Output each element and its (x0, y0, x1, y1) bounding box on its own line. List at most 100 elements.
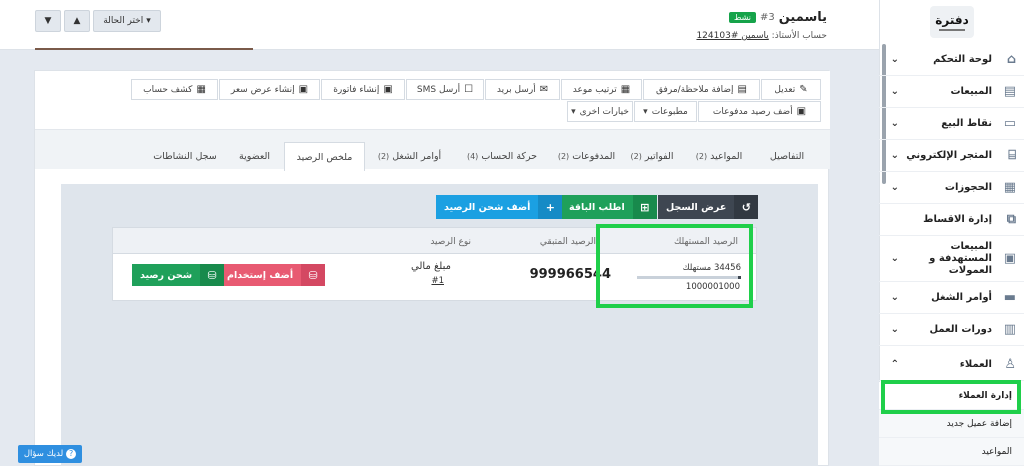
coins-icon: ⛁ (301, 264, 326, 286)
tab-activity-log[interactable]: سجل النشاطات (143, 142, 227, 171)
coins-icon: ⛁ (200, 264, 225, 286)
home-icon: ⌂ (1006, 52, 1016, 67)
teacher-account: حساب الأستاذ: ياسمين #124103 (696, 31, 827, 41)
monitor-icon: ▭ (1003, 116, 1016, 131)
tab-balance-summary[interactable]: ملخص الرصيد (284, 142, 365, 171)
chevron-down-icon: ⌄ (890, 324, 899, 335)
envelope-icon: ✉ (539, 83, 549, 95)
tab-account-movement[interactable]: حركة الحساب (4) (454, 142, 550, 171)
manage-clients-highlight (881, 380, 1021, 414)
consumed-balance-highlight (596, 224, 753, 308)
chat-icon: ☐ (464, 83, 474, 95)
send-email-button[interactable]: ✉ أرسل بريد (485, 79, 560, 100)
send-sms-button[interactable]: ☐ أرسل SMS (406, 79, 484, 100)
help-button[interactable]: ? لديك سؤال (18, 445, 82, 463)
tabs-bar: التفاصيل المواعيد (2) الفواتير (2) المدف… (35, 129, 830, 171)
action-toolbar: ✎ تعديل ▤ إضافة ملاحظة/مرفق ▦ ترتيب موعد ✉ أ… (35, 71, 830, 129)
previous-client-button[interactable]: ▲ (64, 10, 90, 32)
balance-type-name: مبلغ مالي (411, 261, 451, 272)
cycle-icon: ▥ (1003, 322, 1016, 337)
view-log-button[interactable]: ↺ عرض السجل (658, 195, 759, 219)
tab-membership[interactable]: العضوية (227, 142, 282, 171)
prints-dropdown[interactable]: مطبوعات ▾ (634, 101, 697, 122)
note-icon: ▤ (737, 83, 747, 95)
tab-details[interactable]: التفاصيل (757, 142, 817, 171)
sidebar-subitem-appointments[interactable]: المواعيد (879, 438, 1024, 466)
add-usage-button[interactable]: ⛁ أضف إستخدام (219, 264, 326, 286)
teacher-label: حساب الأستاذ: (771, 31, 827, 41)
tab-work-orders[interactable]: أوامر الشغل (2) (365, 142, 454, 171)
sidebar-item-bookings[interactable]: ▦ الحجوزات ⌄ (879, 172, 1024, 204)
invoice-icon: ▤ (1003, 84, 1016, 99)
sidebar-item-sales[interactable]: ▤ المبيعات ⌄ (879, 76, 1024, 108)
calendar-icon: ▦ (1003, 180, 1016, 195)
pencil-icon: ✎ (799, 83, 808, 95)
chevron-down-icon: ⌄ (890, 292, 899, 303)
sidebar-item-dashboard[interactable]: ⌂ لوحة التحكم ⌄ (879, 44, 1024, 76)
next-client-button[interactable]: ▼ (35, 10, 61, 32)
choose-status-dropdown[interactable]: اختر الحالة ▾ (93, 10, 161, 32)
money-icon: ▣ (383, 83, 393, 95)
client-number: #3 (759, 12, 775, 23)
chevron-up-icon: ⌃ (890, 359, 899, 370)
more-options-dropdown[interactable]: خيارات اخرى ▾ (567, 101, 633, 122)
chevron-down-icon: ⌄ (890, 253, 899, 264)
client-title: ياسمين #3 نشط (729, 10, 827, 25)
choose-status-label: اختر الحالة (103, 16, 144, 26)
briefcase-icon: ▬ (1003, 290, 1016, 305)
client-name: ياسمين (778, 10, 827, 25)
add-note-button[interactable]: ▤ إضافة ملاحظة/مرفق (643, 79, 760, 100)
tab-payments[interactable]: المدفوعات (2) (550, 142, 623, 171)
sidebar-subitem-add-client[interactable]: إضافة عميل جديد (879, 410, 1024, 438)
header-divider (35, 48, 253, 50)
store-icon: ⌸ (1008, 148, 1016, 163)
page-header: ياسمين #3 نشط حساب الأستاذ: ياسمين #1241… (0, 0, 879, 50)
sidebar-item-installments[interactable]: ⧉ إدارة الاقساط (879, 204, 1024, 236)
chevron-up-icon: ▲ (73, 16, 81, 26)
tab-invoices[interactable]: الفواتير (2) (623, 142, 681, 171)
sidebar-item-targeted-sales[interactable]: ▣ المبيعات المستهدفة و العمولات ⌄ (879, 236, 1024, 282)
caret-down-icon: ▾ (643, 106, 648, 117)
teacher-link[interactable]: ياسمين #124103 (696, 31, 768, 41)
logo: دفترة (880, 0, 1024, 44)
sidebar-item-clients[interactable]: ♙ العملاء ⌃ (879, 349, 1024, 381)
installments-icon: ⧉ (1006, 212, 1016, 227)
chevron-down-icon: ⌄ (890, 118, 899, 129)
caret-down-icon: ▾ (571, 106, 576, 117)
request-package-button[interactable]: ⊞ اطلب الباقة (561, 195, 657, 219)
sidebar-item-online-store[interactable]: ⌸ المتجر الإلكتروني ⌄ (879, 140, 1024, 172)
sidebar-item-pos[interactable]: ▭ نقاط البيع ⌄ (879, 108, 1024, 140)
schedule-appointment-button[interactable]: ▦ ترتيب موعد (561, 79, 642, 100)
sidebar-item-work-cycles[interactable]: ▥ دورات العمل ⌄ (879, 314, 1024, 346)
calendar-icon: ▦ (620, 83, 631, 95)
create-invoice-button[interactable]: ▣ إنشاء فاتورة (321, 79, 405, 100)
basket-icon: ⊞ (632, 195, 657, 219)
chevron-down-icon: ▼ (44, 16, 52, 26)
sidebar: دفترة ⌂ لوحة التحكم ⌄ ▤ المبيعات ⌄ ▭ نقاط الب… (879, 0, 1024, 466)
money-icon: ▣ (796, 105, 807, 117)
question-icon: ? (66, 449, 77, 459)
money-icon: ▣ (298, 83, 309, 95)
chevron-down-icon: ⌄ (890, 54, 899, 65)
history-icon: ↺ (734, 195, 759, 219)
create-quote-button[interactable]: ▣ إنشاء عرض سعر (219, 79, 320, 100)
chevron-down-icon: ⌄ (890, 86, 899, 97)
col-remaining: الرصيد المتبقي (539, 237, 596, 247)
charge-balance-button[interactable]: ⛁ شحن رصيد (132, 264, 225, 286)
account-statement-button[interactable]: ▦ كشف حساب (131, 79, 218, 100)
edit-button[interactable]: ✎ تعديل (761, 79, 821, 100)
status-badge: نشط (729, 12, 756, 23)
users-icon: ♙ (1004, 357, 1016, 372)
tab-appointments[interactable]: المواعيد (2) (681, 142, 757, 171)
add-charge-button[interactable]: + أضف شحن الرصيد (436, 195, 563, 219)
chevron-down-icon: ⌄ (890, 150, 899, 161)
chevron-down-icon: ⌄ (890, 182, 899, 193)
col-type: نوع الرصيد (430, 237, 471, 247)
caret-down-icon: ▾ (146, 16, 151, 26)
balance-type-link[interactable]: #1 (431, 276, 444, 286)
add-payment-balance-button[interactable]: ▣ أضف رصيد مدفوعات (698, 101, 821, 122)
sidebar-item-work-orders[interactable]: ▬ أوامر الشغل ⌄ (879, 282, 1024, 314)
plus-icon: + (538, 195, 563, 219)
calculator-icon: ▦ (196, 83, 206, 95)
money-icon: ▣ (1003, 251, 1016, 266)
